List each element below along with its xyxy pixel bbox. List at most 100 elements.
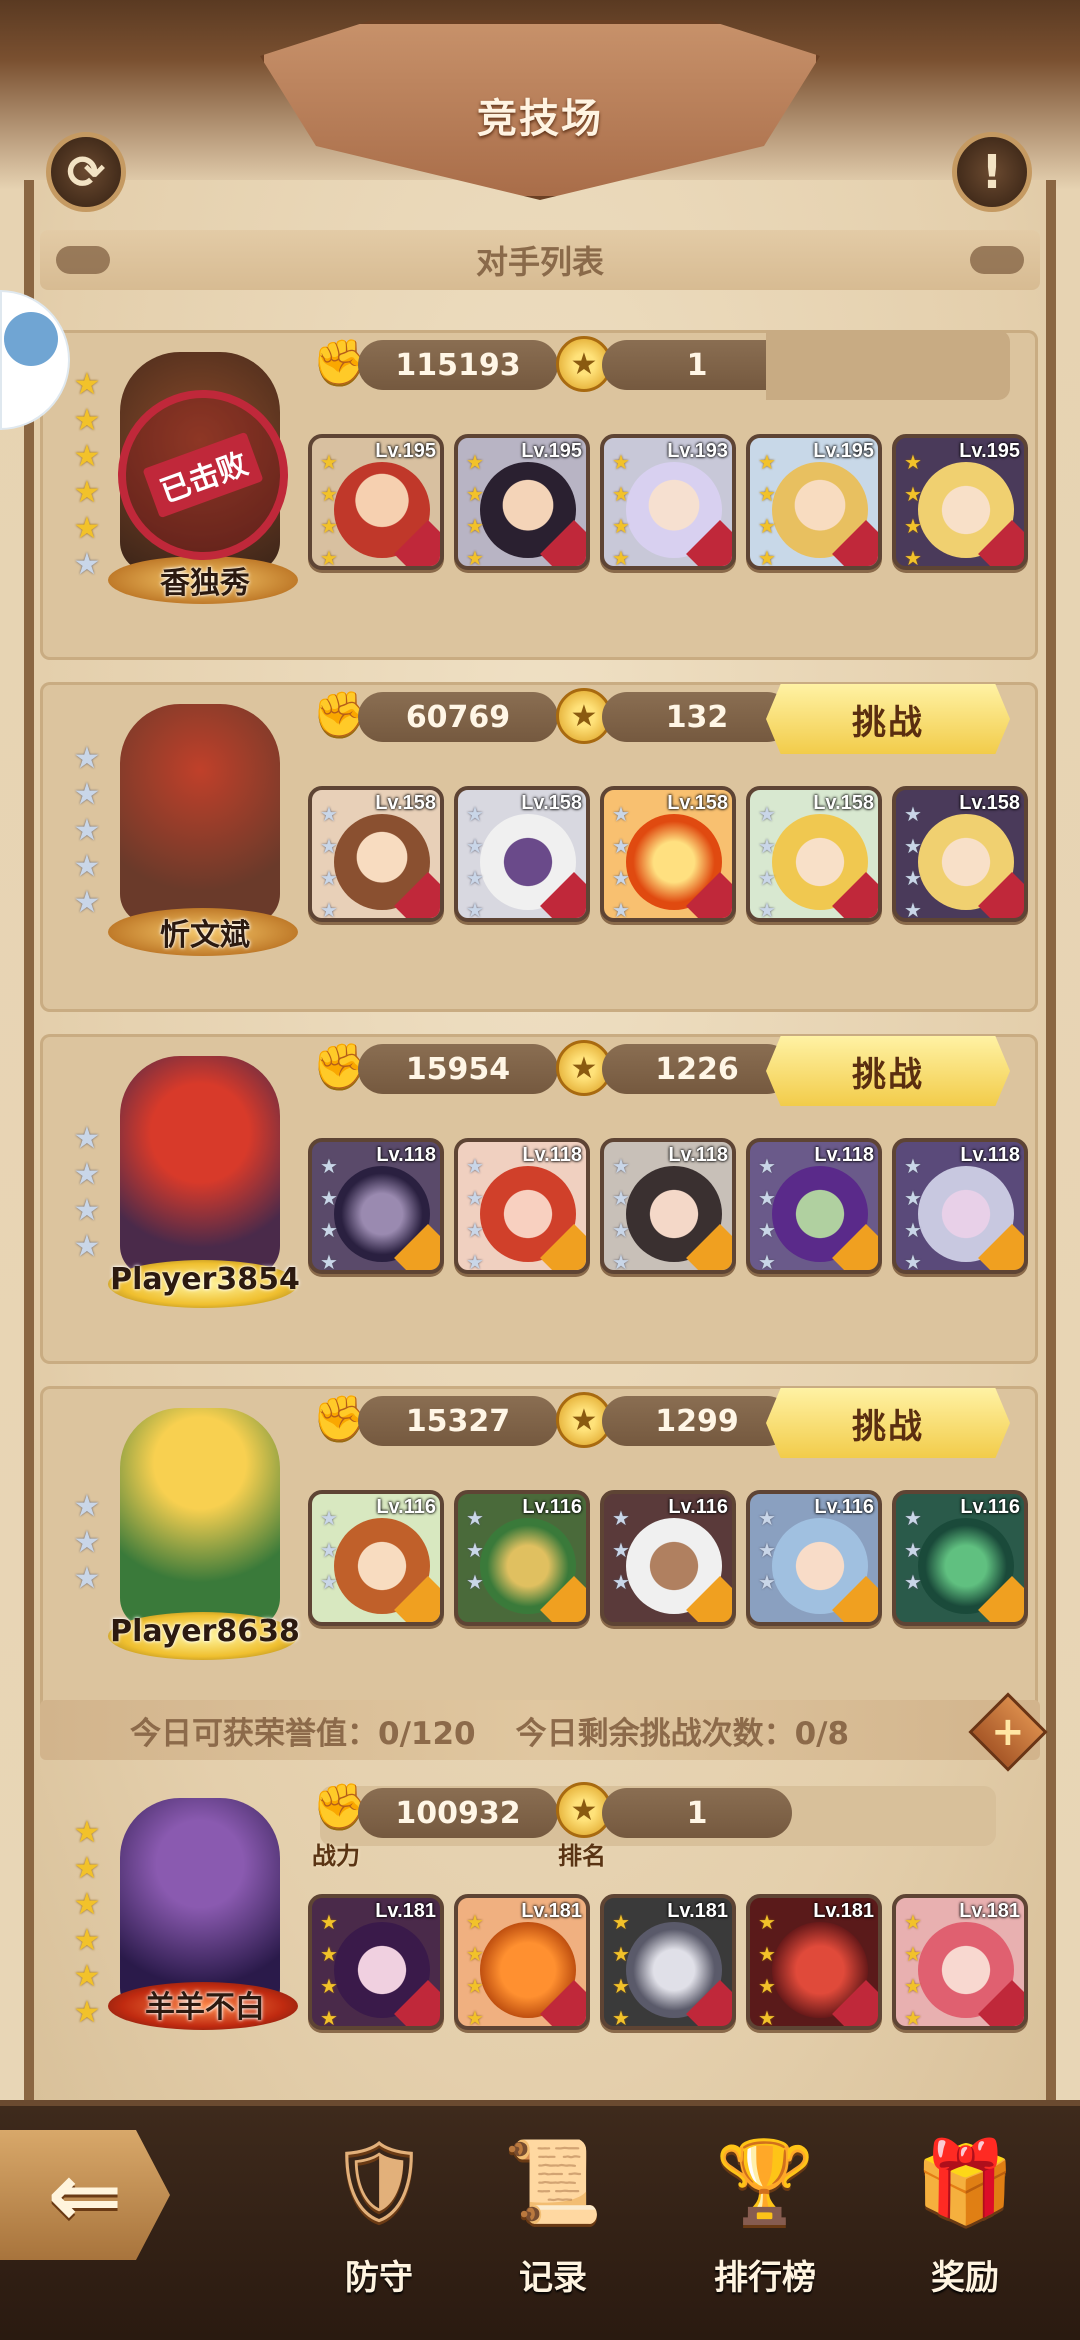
hero-stars: ★ ★ ★ ★ xyxy=(466,1154,484,1274)
refresh-icon: ⟳ xyxy=(66,145,106,199)
hero-level: Lv.118 xyxy=(376,1144,436,1166)
hero-level: Lv.116 xyxy=(960,1496,1020,1518)
hero-lineup: ★★★★★ Lv.195 ★★★★★ Lv.195 ★★★★★ Lv.193 ★… xyxy=(308,434,1028,570)
back-arrow-icon: ⇐ xyxy=(47,2142,123,2248)
hero-card[interactable]: ★★★★★ Lv.195 xyxy=(892,434,1028,570)
star-icon: ★ xyxy=(73,1525,101,1560)
hero-figure-icon xyxy=(120,1056,280,1276)
opponent-list-title: 对手列表 xyxy=(475,243,604,281)
hero-card[interactable]: ★★★★★ Lv.195 xyxy=(308,434,444,570)
hero-stars: ★ ★ ★ ★ xyxy=(320,1154,338,1274)
hero-card[interactable]: ★★★★★ Lv.158 xyxy=(308,786,444,922)
star-icon: ★ xyxy=(73,1959,101,1994)
hero-card[interactable]: ★★★★★ Lv.193 xyxy=(600,434,736,570)
opponent-name: Player3854 xyxy=(110,1262,300,1297)
hero-stars: ★ ★ ★ xyxy=(320,1506,338,1594)
hero-stars: ★ ★ ★ xyxy=(904,1506,922,1594)
hero-stars: ★★★★★ xyxy=(758,450,776,570)
opponent-avatar[interactable]: ★ ★ ★ ★ ★ 忻文斌 xyxy=(60,682,330,1012)
hero-lineup: ★ ★ ★ ★ Lv.118 ★ ★ ★ ★ Lv.118 ★ ★ ★ ★ Lv.118 ★ ★ ★ ★… xyxy=(308,1138,1028,1274)
hero-level: Lv.181 xyxy=(667,1900,728,1922)
plus-icon: + xyxy=(991,1708,1025,1755)
hero-card[interactable]: ★★★★★ Lv.158 xyxy=(600,786,736,922)
hero-card[interactable]: ★ ★ ★ ★ Lv.118 xyxy=(308,1138,444,1274)
back-button[interactable]: ⇐ xyxy=(0,2130,170,2260)
hero-stars: ★★★★★ xyxy=(758,802,776,922)
power-value: 15954 xyxy=(358,1044,558,1094)
star-icon: ★ xyxy=(73,741,101,776)
hero-card[interactable]: ★ ★ ★ Lv.116 xyxy=(892,1490,1028,1626)
treasure-chest-icon: 🎁 xyxy=(915,2135,1015,2228)
nav-records[interactable]: 📜 记录 xyxy=(478,2110,628,2330)
opponent-list-header: 对手列表 xyxy=(40,230,1040,290)
hero-card[interactable]: ★★★★★ Lv.181 xyxy=(308,1894,444,2030)
hero-level: Lv.118 xyxy=(814,1144,874,1166)
shield-icon: 🛡 xyxy=(328,2135,430,2228)
my-power-value: 100932 xyxy=(358,1788,558,1838)
add-challenges-button[interactable]: + xyxy=(968,1692,1048,1772)
hero-card[interactable]: ★ ★ ★ Lv.116 xyxy=(746,1490,882,1626)
hero-level: Lv.116 xyxy=(376,1496,436,1518)
hero-stars: ★★★★★ xyxy=(466,802,484,922)
opponent-avatar[interactable]: ★ ★ ★ ★ Player3854 xyxy=(60,1034,330,1364)
hero-card[interactable]: ★ ★ ★ Lv.116 xyxy=(308,1490,444,1626)
ornament-right-icon xyxy=(970,246,1024,274)
hero-level: Lv.181 xyxy=(521,1900,582,1922)
hero-card[interactable]: ★★★★★ Lv.158 xyxy=(892,786,1028,922)
hero-card[interactable]: ★★★★★ Lv.158 xyxy=(746,786,882,922)
hero-card[interactable]: ★ ★ ★ Lv.116 xyxy=(454,1490,590,1626)
star-icon: ★ xyxy=(73,849,101,884)
hero-card[interactable]: ★ ★ ★ ★ Lv.118 xyxy=(454,1138,590,1274)
hero-level: Lv.158 xyxy=(813,792,874,814)
hero-level: Lv.181 xyxy=(375,1900,436,1922)
hero-stars: ★★★★★ xyxy=(320,1910,338,2030)
hero-level: Lv.158 xyxy=(521,792,582,814)
refresh-button[interactable]: ⟳ xyxy=(46,132,126,212)
challenge-button[interactable]: 挑战 xyxy=(766,684,1010,754)
daily-info-bar: 今日可获荣誉值：0/120 今日剩余挑战次数：0/8 + xyxy=(40,1692,1048,1772)
star-icon: ★ xyxy=(73,813,101,848)
rank-value: 1299 xyxy=(602,1396,792,1446)
hero-stars: ★ ★ ★ xyxy=(758,1506,776,1594)
info-button[interactable]: ! xyxy=(952,132,1032,212)
nav-rewards[interactable]: 🎁 奖励 xyxy=(890,2110,1040,2330)
hero-card[interactable]: ★★★★★ Lv.158 xyxy=(454,786,590,922)
opponent-card: ★ ★ ★ ★ Player3854 ✊ 15954 ★ 1226 挑战 ★ ★ ★… xyxy=(40,1034,1038,1364)
hero-stars: ★★★★★ xyxy=(320,450,338,570)
hero-card[interactable]: ★★★★★ Lv.195 xyxy=(454,434,590,570)
hero-card[interactable]: ★ ★ ★ ★ Lv.118 xyxy=(892,1138,1028,1274)
hero-stars: ★★★★★ xyxy=(612,802,630,922)
hero-card[interactable]: ★★★★★ Lv.181 xyxy=(746,1894,882,2030)
hero-lineup: ★ ★ ★ Lv.116 ★ ★ ★ Lv.116 ★ ★ ★ Lv.116 ★ ★ ★ Lv.… xyxy=(308,1490,1028,1626)
nav-leaderboard[interactable]: 🏆 排行榜 xyxy=(690,2110,840,2330)
challenges-left-text: 今日剩余挑战次数：0/8 xyxy=(515,1715,850,1752)
nav-defense[interactable]: 🛡 防守 xyxy=(304,2110,454,2330)
hero-stars: ★★★★★ xyxy=(612,1910,630,2030)
hero-card[interactable]: ★ ★ ★ ★ Lv.118 xyxy=(746,1138,882,1274)
rank-value: 1226 xyxy=(602,1044,792,1094)
opponent-card: ★ ★ ★ ★ ★ ★ 已击败 香独秀 ✊ 115193 ★ 1 ★★★★★ L… xyxy=(40,330,1038,660)
hero-level: Lv.118 xyxy=(522,1144,582,1166)
hero-stars: ★★★★★ xyxy=(904,802,922,922)
hero-card[interactable]: ★★★★★ Lv.195 xyxy=(746,434,882,570)
star-icon: ★ xyxy=(73,1229,101,1264)
my-avatar[interactable]: ★ ★ ★ ★ ★ ★ 羊羊不白 xyxy=(60,1772,330,2100)
opponent-avatar[interactable]: ★ ★ ★ ★ ★ ★ 已击败 香独秀 xyxy=(60,330,330,660)
challenge-button[interactable]: 挑战 xyxy=(766,1388,1010,1458)
opponent-name: Player8638 xyxy=(110,1614,300,1649)
hero-card[interactable]: ★★★★★ Lv.181 xyxy=(892,1894,1028,2030)
hero-card[interactable]: ★★★★★ Lv.181 xyxy=(600,1894,736,2030)
challenge-button[interactable]: 挑战 xyxy=(766,1036,1010,1106)
star-icon: ★ xyxy=(73,1489,101,1524)
title-banner: 竞技场 xyxy=(260,20,820,200)
nav-defense-label: 防守 xyxy=(345,2258,413,2298)
hero-card[interactable]: ★ ★ ★ ★ Lv.118 xyxy=(600,1138,736,1274)
scroll-icon: 📜 xyxy=(503,2135,603,2228)
hero-level: Lv.116 xyxy=(522,1496,582,1518)
hero-card[interactable]: ★★★★★ Lv.181 xyxy=(454,1894,590,2030)
hero-card[interactable]: ★ ★ ★ Lv.116 xyxy=(600,1490,736,1626)
power-value: 15327 xyxy=(358,1396,558,1446)
hero-level: Lv.118 xyxy=(960,1144,1020,1166)
opponent-card: ★ ★ ★ Player8638 ✊ 15327 ★ 1299 挑战 ★ ★ ★ L… xyxy=(40,1386,1038,1716)
opponent-avatar[interactable]: ★ ★ ★ Player8638 xyxy=(60,1386,330,1716)
